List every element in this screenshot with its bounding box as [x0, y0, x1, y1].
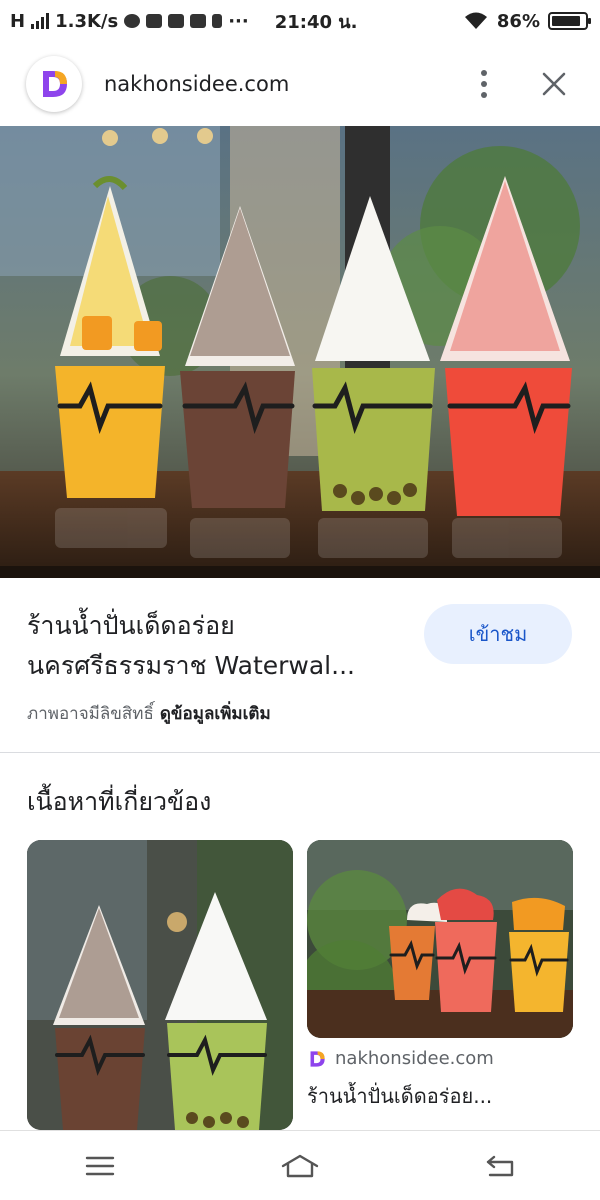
- battery-icon: [548, 12, 591, 30]
- nakhonsidee-logo-icon: [43, 71, 67, 97]
- copyright-row: ภาพอาจมีลิขสิทธิ์ ดูข้อมูลเพิ่มเติม: [27, 700, 271, 727]
- more-info-link[interactable]: ดูข้อมูลเพิ่มเติม: [160, 704, 271, 724]
- battery-level: [552, 16, 580, 26]
- status-time: 21:40 น.: [274, 11, 358, 33]
- related-item-2-title[interactable]: ร้านน้ำปั่นเด็ดอร่อย...: [307, 1080, 492, 1112]
- browser-header: nakhonsidee.com: [0, 42, 600, 126]
- more-vert-icon[interactable]: [464, 64, 504, 104]
- related-item-1-image[interactable]: [27, 840, 293, 1130]
- visit-button[interactable]: เข้าชม: [424, 604, 572, 664]
- related-heading: เนื้อหาที่เกี่ยวข้อง: [27, 787, 212, 816]
- status-bar-left: H 1.3K/s ··· 21:40 น.: [10, 7, 357, 36]
- related-item-2-source[interactable]: nakhonsidee.com: [307, 1048, 494, 1069]
- nakhonsidee-favicon-icon: [310, 1050, 325, 1067]
- status-bar: H 1.3K/s ··· 21:40 น. 86%: [0, 0, 600, 42]
- line-icon: [146, 14, 163, 28]
- youtube-icon: [190, 14, 207, 28]
- result-title-line2: นครศรีธรรมราช Waterwal...: [27, 651, 355, 680]
- related-item-2-domain: nakhonsidee.com: [335, 1048, 494, 1069]
- system-nav-bar: [0, 1130, 600, 1200]
- network-speed: 1.3K/s: [55, 10, 119, 32]
- result-title[interactable]: ร้านน้ำปั่นเด็ดอร่อย นครศรีธรรมราช Water…: [27, 606, 407, 686]
- drinks-photo: [0, 126, 600, 578]
- divider: [0, 752, 600, 753]
- signal-icon: [31, 13, 50, 29]
- recents-icon[interactable]: [70, 1141, 130, 1191]
- network-type: H: [10, 10, 26, 32]
- site-url[interactable]: nakhonsidee.com: [104, 72, 464, 96]
- more-notifications: ···: [228, 10, 249, 32]
- mail-icon: [168, 14, 185, 28]
- related-drinks-photo-2: [307, 840, 573, 1038]
- close-icon[interactable]: [534, 64, 574, 104]
- status-bar-right: 86%: [463, 10, 591, 32]
- chat-icon: [124, 14, 141, 28]
- back-icon[interactable]: [470, 1141, 530, 1191]
- wifi-icon: [464, 12, 487, 29]
- battery-percent: 86%: [496, 10, 540, 32]
- copyright-notice: ภาพอาจมีลิขสิทธิ์: [27, 704, 154, 724]
- hero-image[interactable]: [0, 126, 600, 578]
- related-drinks-photo-1: [27, 840, 293, 1130]
- result-info: ร้านน้ำปั่นเด็ดอร่อย นครศรีธรรมราช Water…: [0, 578, 600, 753]
- home-icon[interactable]: [270, 1141, 330, 1191]
- result-title-line1: ร้านน้ำปั่นเด็ดอร่อย: [27, 611, 235, 640]
- phone-icon: [212, 14, 223, 28]
- related-item-2-image[interactable]: [307, 840, 573, 1038]
- site-logo-icon[interactable]: [26, 56, 82, 112]
